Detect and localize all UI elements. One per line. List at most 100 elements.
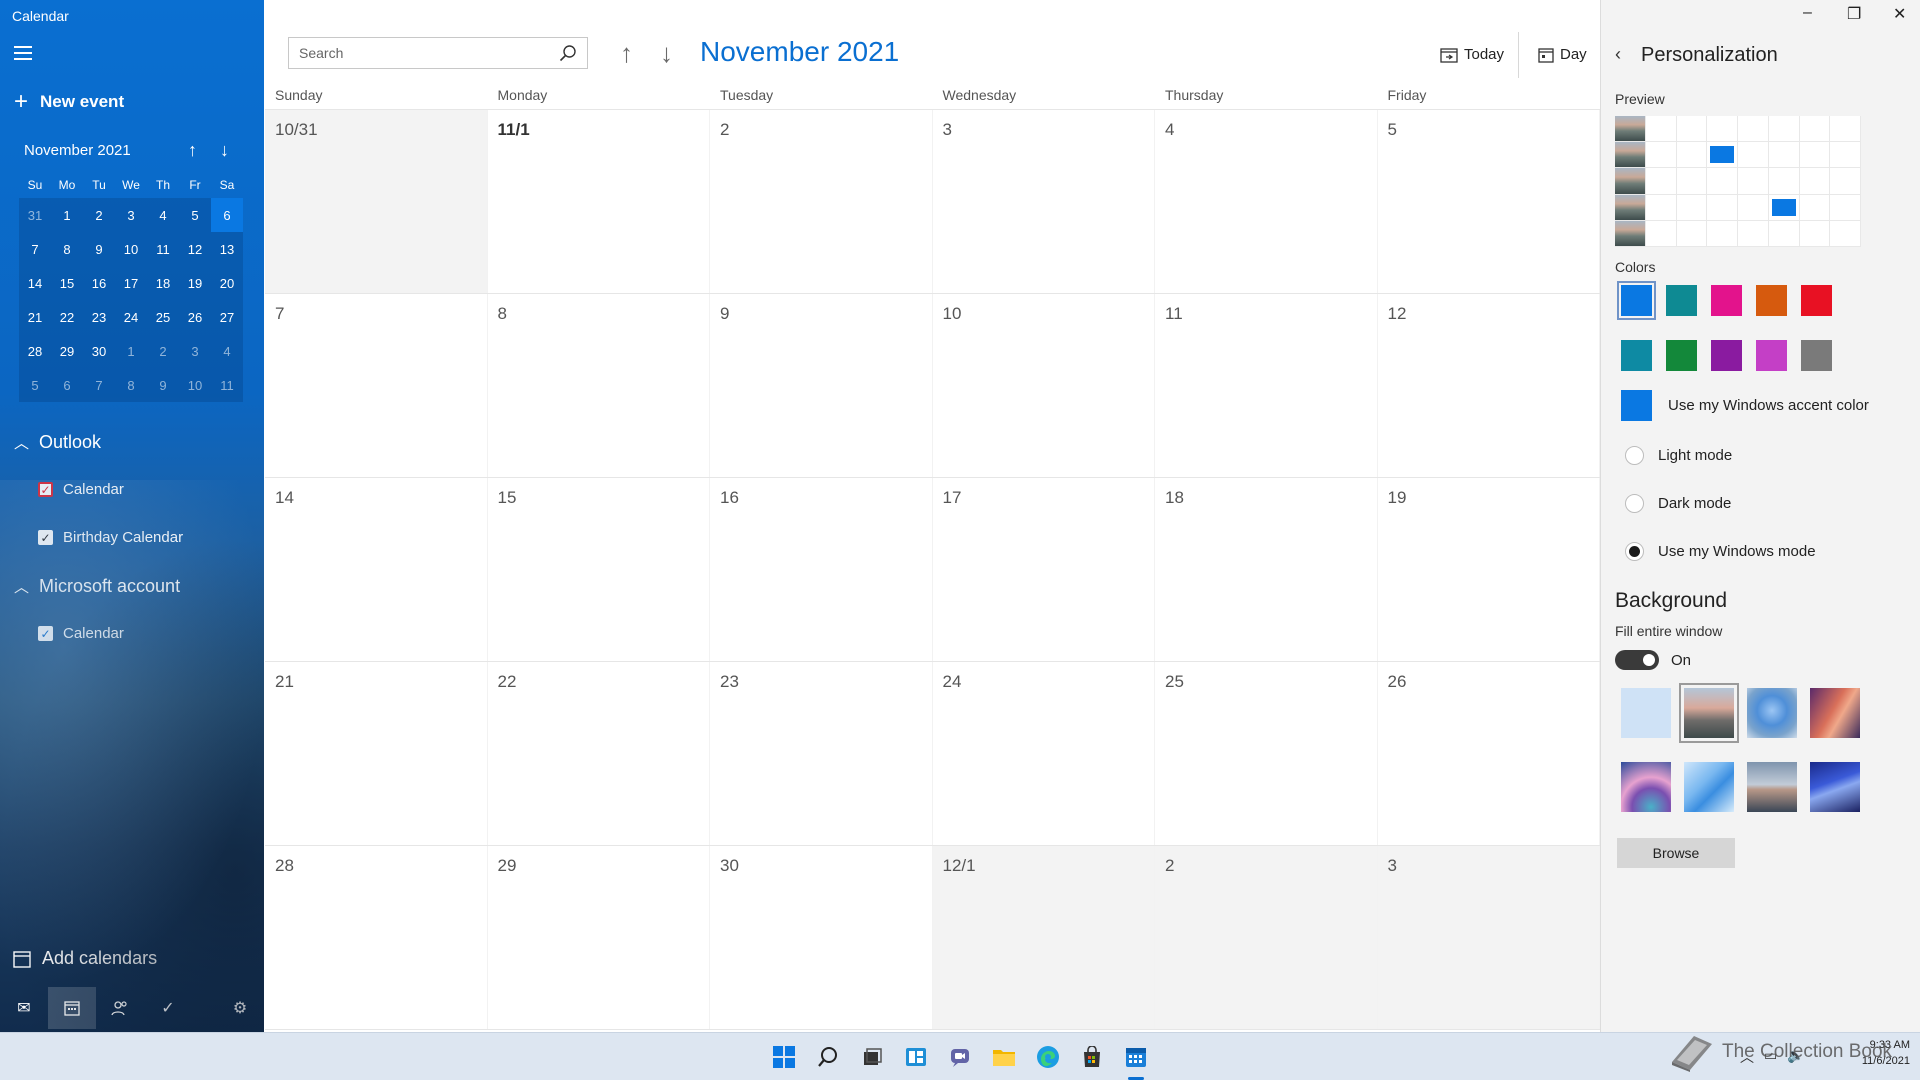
search-box[interactable]: [288, 37, 588, 69]
month-day-cell[interactable]: 3: [933, 110, 1155, 293]
mini-calendar-day[interactable]: 27: [211, 300, 243, 334]
month-day-cell[interactable]: 24: [933, 662, 1155, 845]
microsoft-account-group-toggle[interactable]: ︿ Microsoft account: [14, 576, 180, 597]
mini-calendar-day[interactable]: 23: [83, 300, 115, 334]
mini-calendar-day[interactable]: 9: [83, 232, 115, 266]
mini-calendar-day[interactable]: 31: [19, 198, 51, 232]
back-arrow-icon[interactable]: ‹: [1615, 44, 1621, 65]
calendar-app-icon[interactable]: [1120, 1041, 1152, 1073]
month-day-cell[interactable]: 21: [265, 662, 488, 845]
month-day-cell[interactable]: 29: [488, 846, 710, 1029]
mini-calendar-day[interactable]: 12: [179, 232, 211, 266]
month-day-cell[interactable]: 5: [1378, 110, 1600, 293]
month-day-cell[interactable]: 3: [1377, 846, 1600, 1029]
mini-calendar-day[interactable]: 8: [51, 232, 83, 266]
search-input[interactable]: [299, 45, 559, 61]
month-day-cell[interactable]: 23: [710, 662, 933, 845]
background-thumb-lake[interactable]: [1747, 762, 1797, 812]
mini-calendar-day[interactable]: 4: [147, 198, 179, 232]
radio-unselected-icon[interactable]: [1625, 446, 1644, 465]
color-swatch[interactable]: [1801, 285, 1832, 316]
month-day-cell[interactable]: 4: [1155, 110, 1378, 293]
color-swatch[interactable]: [1711, 340, 1742, 371]
mini-calendar-month[interactable]: November 2021: [24, 142, 131, 159]
month-day-cell[interactable]: 11: [1155, 294, 1378, 477]
people-icon[interactable]: [96, 987, 144, 1029]
mini-calendar-day[interactable]: 1: [115, 334, 147, 368]
mini-next-arrow-icon[interactable]: ↓: [220, 140, 229, 161]
mini-calendar-day[interactable]: 20: [211, 266, 243, 300]
background-thumb-glass[interactable]: [1684, 762, 1734, 812]
calendar-nav-icon[interactable]: [48, 987, 96, 1029]
restore-icon[interactable]: ❐: [1847, 4, 1861, 24]
mini-calendar-day[interactable]: 5: [19, 368, 51, 402]
background-thumb-mountain[interactable]: [1679, 683, 1739, 743]
background-thumb-blue-tree[interactable]: [1747, 688, 1797, 738]
month-day-cell[interactable]: 2: [1155, 846, 1378, 1029]
background-thumb-waves[interactable]: [1621, 762, 1671, 812]
mini-calendar-day[interactable]: 15: [51, 266, 83, 300]
month-day-cell[interactable]: 28: [265, 846, 488, 1029]
chat-icon[interactable]: [944, 1041, 976, 1073]
month-day-cell[interactable]: 26: [1378, 662, 1600, 845]
month-title[interactable]: November 2021: [700, 36, 899, 68]
mini-calendar-day[interactable]: 7: [83, 368, 115, 402]
month-day-cell[interactable]: 12: [1378, 294, 1600, 477]
month-day-cell[interactable]: 10: [933, 294, 1155, 477]
mini-calendar-day[interactable]: 10: [179, 368, 211, 402]
radio-selected-icon[interactable]: [1625, 542, 1644, 561]
month-day-cell[interactable]: 7: [265, 294, 488, 477]
task-view-icon[interactable]: [856, 1041, 888, 1073]
mini-calendar-day[interactable]: 26: [179, 300, 211, 334]
mini-calendar-day[interactable]: 16: [83, 266, 115, 300]
month-day-cell[interactable]: 12/1: [932, 846, 1155, 1029]
checkbox-checked-icon[interactable]: ✓: [38, 482, 53, 497]
checkbox-checked-icon[interactable]: ✓: [38, 530, 53, 545]
color-swatch[interactable]: [1801, 340, 1832, 371]
month-day-cell[interactable]: 2: [710, 110, 933, 293]
settings-gear-icon[interactable]: ⚙: [216, 987, 264, 1029]
month-day-cell[interactable]: 30: [710, 846, 933, 1029]
mini-calendar-day[interactable]: 14: [19, 266, 51, 300]
month-day-cell[interactable]: 19: [1378, 478, 1600, 661]
mini-calendar-day[interactable]: 25: [147, 300, 179, 334]
mini-calendar-day[interactable]: 9: [147, 368, 179, 402]
mini-calendar-day[interactable]: 30: [83, 334, 115, 368]
store-icon[interactable]: [1076, 1041, 1108, 1073]
month-day-cell[interactable]: 18: [1155, 478, 1378, 661]
mini-calendar-day[interactable]: 6: [51, 368, 83, 402]
calendar-item-microsoft-calendar[interactable]: ✓ Calendar: [38, 625, 124, 642]
color-swatch[interactable]: [1711, 285, 1742, 316]
mini-calendar-day[interactable]: 13: [211, 232, 243, 266]
month-day-cell[interactable]: 16: [710, 478, 933, 661]
mini-calendar-day[interactable]: 19: [179, 266, 211, 300]
month-day-cell[interactable]: 25: [1155, 662, 1378, 845]
hamburger-menu-icon[interactable]: [14, 46, 32, 60]
start-windows-icon[interactable]: [768, 1041, 800, 1073]
mini-calendar-day[interactable]: 3: [179, 334, 211, 368]
color-swatch[interactable]: [1756, 285, 1787, 316]
radio-unselected-icon[interactable]: [1625, 494, 1644, 513]
color-swatch[interactable]: [1666, 285, 1697, 316]
outlook-group-toggle[interactable]: ︿ Outlook: [14, 432, 101, 453]
mini-calendar-day[interactable]: 22: [51, 300, 83, 334]
month-day-cell[interactable]: 8: [488, 294, 710, 477]
month-day-cell[interactable]: 17: [933, 478, 1155, 661]
next-month-arrow-icon[interactable]: ↓: [660, 38, 673, 69]
background-thumb-blue-lines[interactable]: [1810, 762, 1860, 812]
calendar-item-outlook-calendar[interactable]: ✓ Calendar: [38, 481, 124, 498]
color-swatch[interactable]: [1621, 340, 1652, 371]
todo-check-icon[interactable]: ✓: [144, 987, 192, 1029]
mini-calendar-day[interactable]: 7: [19, 232, 51, 266]
background-thumb-canyon[interactable]: [1810, 688, 1860, 738]
dark-mode-radio[interactable]: Dark mode: [1625, 494, 1731, 513]
toggle-switch[interactable]: [1615, 650, 1659, 670]
color-swatch[interactable]: [1756, 340, 1787, 371]
windows-mode-radio[interactable]: Use my Windows mode: [1625, 542, 1816, 561]
month-day-cell[interactable]: 15: [488, 478, 710, 661]
mini-calendar-day[interactable]: 1: [51, 198, 83, 232]
edge-browser-icon[interactable]: [1032, 1041, 1064, 1073]
mini-calendar-day[interactable]: 11: [147, 232, 179, 266]
mini-calendar-day[interactable]: 17: [115, 266, 147, 300]
light-mode-radio[interactable]: Light mode: [1625, 446, 1732, 465]
